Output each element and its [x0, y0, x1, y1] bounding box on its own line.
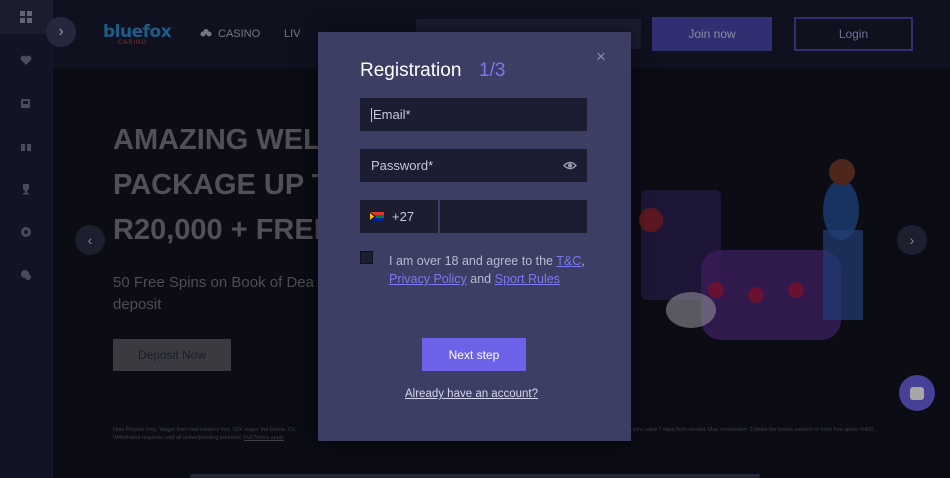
terms-prefix: I am over 18 and agree to the [389, 254, 553, 268]
eye-icon[interactable] [563, 159, 577, 172]
terms-comma: , [581, 254, 585, 268]
text-caret [371, 107, 372, 122]
close-icon[interactable]: × [594, 48, 608, 65]
south-africa-flag-icon [370, 212, 384, 221]
phone-number-input[interactable] [440, 200, 587, 233]
sport-rules-link[interactable]: Sport Rules [495, 272, 560, 286]
password-placeholder: Password* [371, 158, 434, 173]
tc-link[interactable]: T&C [556, 254, 581, 268]
terms-text: I am over 18 and agree to the T&C, Priva… [389, 252, 589, 288]
terms-and: and [470, 272, 492, 286]
step-indicator: 1/3 [479, 60, 506, 81]
country-code-select[interactable]: +27 [360, 200, 438, 233]
email-field[interactable]: Email* [360, 98, 587, 131]
privacy-policy-link[interactable]: Privacy Policy [389, 272, 467, 286]
registration-modal: Registration 1/3 × Email* Password* +27 … [318, 32, 631, 441]
modal-title: Registration [360, 60, 462, 81]
next-step-button[interactable]: Next step [422, 338, 526, 371]
country-code-value: +27 [392, 209, 415, 224]
age-consent-checkbox[interactable] [360, 251, 373, 264]
email-placeholder: Email* [373, 107, 411, 122]
already-have-account-link[interactable]: Already have an account? [405, 388, 538, 400]
password-field[interactable]: Password* [360, 149, 587, 182]
